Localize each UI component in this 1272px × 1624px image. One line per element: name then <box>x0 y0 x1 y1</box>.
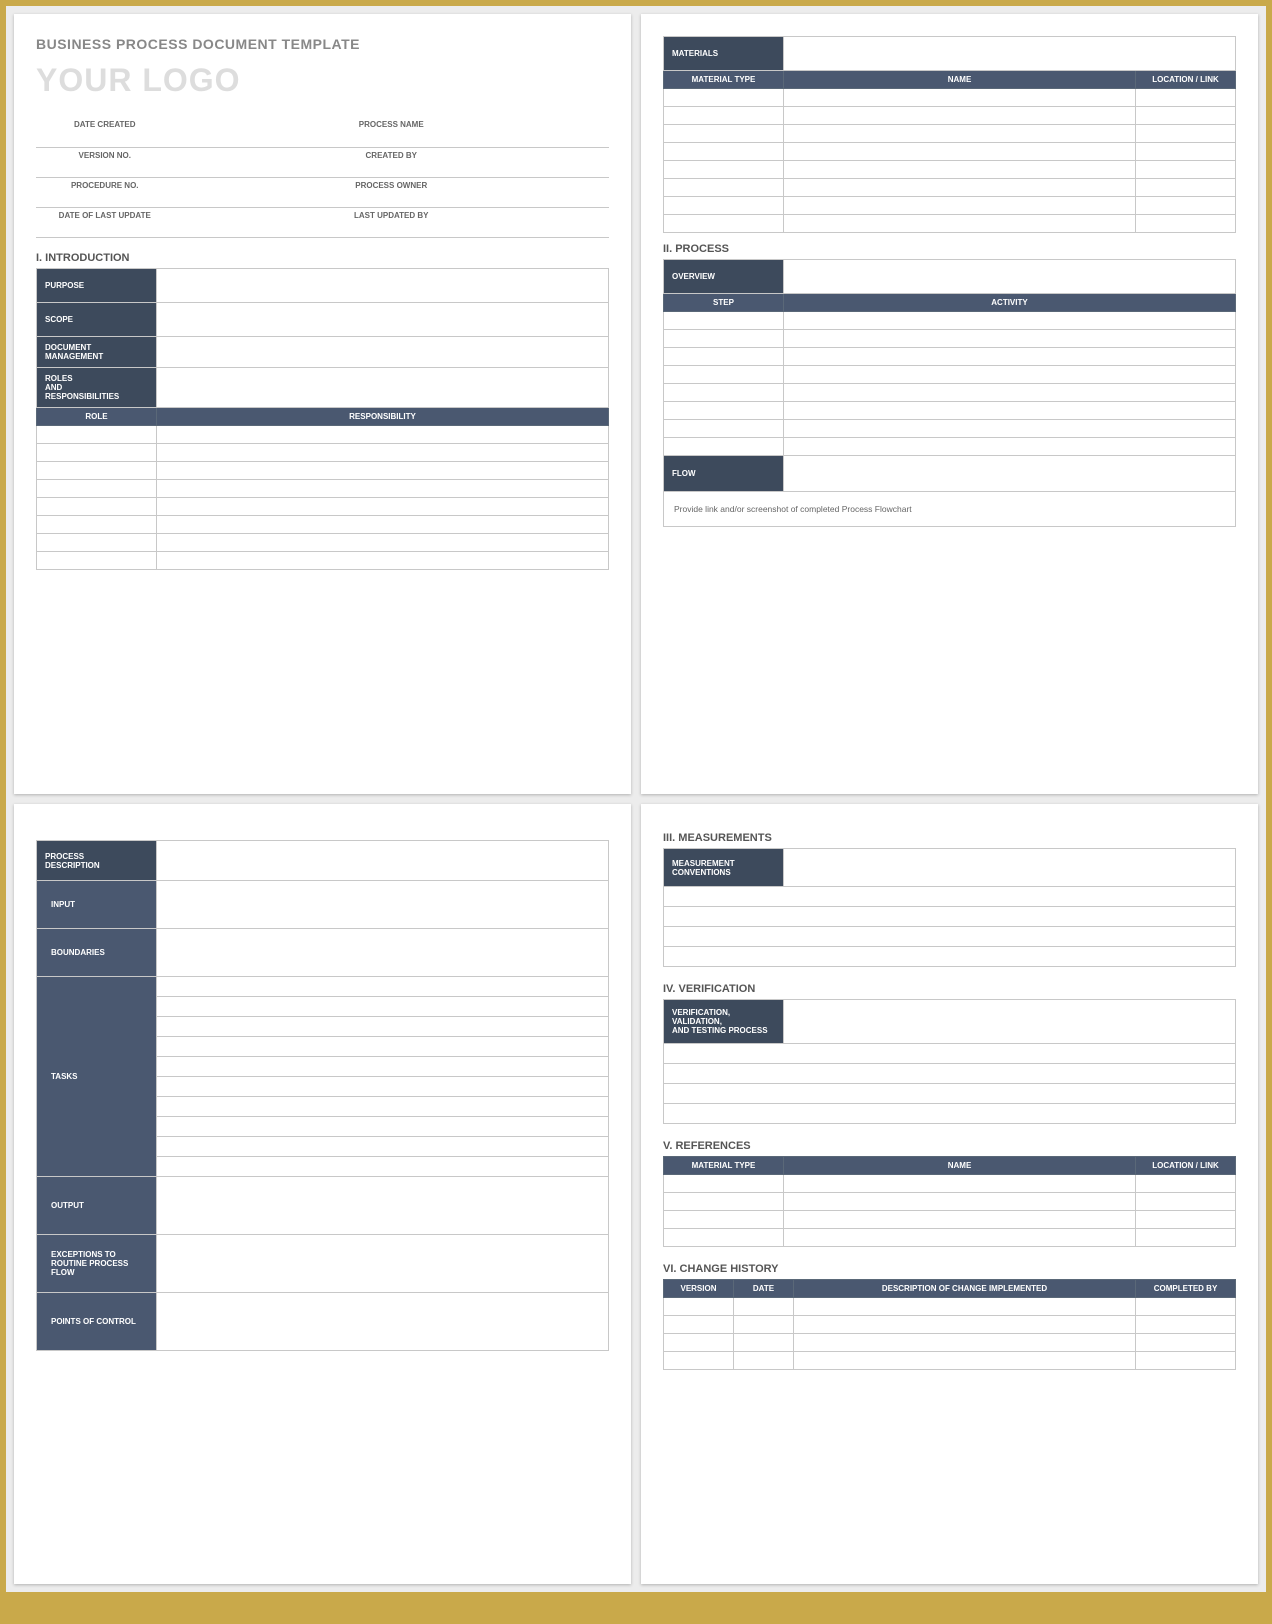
page-2: MATERIALS MATERIAL TYPENAMELOCATION / LI… <box>641 14 1258 794</box>
materials-table: MATERIALS MATERIAL TYPENAMELOCATION / LI… <box>663 36 1236 233</box>
logo-placeholder: YOUR LOGO <box>36 62 609 99</box>
section-4-heading: IV. VERIFICATION <box>663 983 1236 995</box>
section-5-heading: V. REFERENCES <box>663 1140 1236 1152</box>
change-history-table: VERSIONDATEDESCRIPTION OF CHANGE IMPLEME… <box>663 1279 1236 1370</box>
references-table: MATERIAL TYPENAMELOCATION / LINK <box>663 1156 1236 1247</box>
verification-table: VERIFICATION, VALIDATION, AND TESTING PR… <box>663 999 1236 1124</box>
page-3: PROCESS DESCRIPTION INPUT BOUNDARIES TAS… <box>14 804 631 1584</box>
section-1-heading: I. INTRODUCTION <box>36 252 609 264</box>
process-table: OVERVIEW STEPACTIVITY FLOW Provide link … <box>663 259 1236 527</box>
doc-title: BUSINESS PROCESS DOCUMENT TEMPLATE <box>36 36 609 52</box>
page-1: BUSINESS PROCESS DOCUMENT TEMPLATE YOUR … <box>14 14 631 794</box>
section-6-heading: VI. CHANGE HISTORY <box>663 1263 1236 1275</box>
process-desc-table: PROCESS DESCRIPTION INPUT BOUNDARIES TAS… <box>36 840 609 1351</box>
page-4: III. MEASUREMENTS MEASUREMENT CONVENTION… <box>641 804 1258 1584</box>
section-2-heading: II. PROCESS <box>663 243 1236 255</box>
measurements-table: MEASUREMENT CONVENTIONS <box>663 848 1236 967</box>
meta-table: DATE CREATEDPROCESS NAME VERSION NO.CREA… <box>36 117 609 238</box>
section-3-heading: III. MEASUREMENTS <box>663 832 1236 844</box>
intro-table: PURPOSE SCOPE DOCUMENT MANAGEMENT ROLES … <box>36 268 609 570</box>
